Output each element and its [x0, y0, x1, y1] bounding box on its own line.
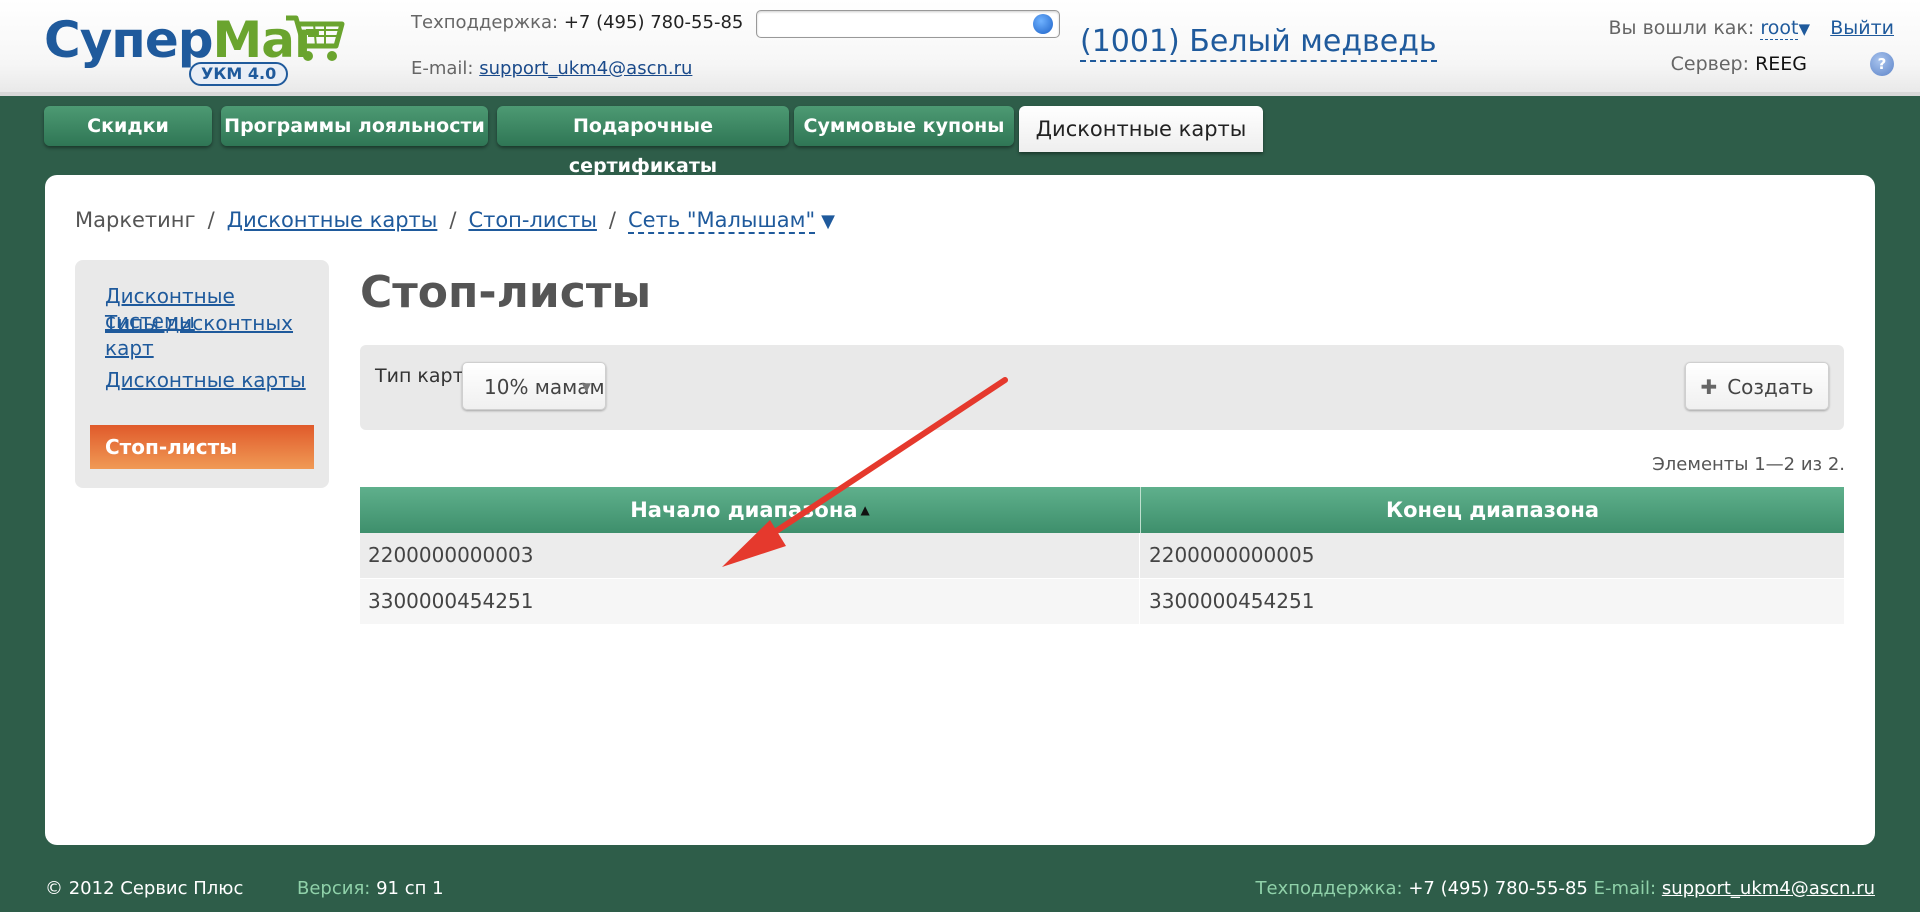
header-support-phone: Техподдержка: +7 (495) 780-55-85 [411, 12, 743, 33]
sidebar-item-card-types[interactable]: Типы дисконтных карт [105, 311, 320, 361]
plus-icon: ✚ [1700, 375, 1718, 399]
card-type-select[interactable]: 10% мамам ▼ [462, 362, 606, 410]
breadcrumb-stop-lists[interactable]: Стоп-листы [468, 208, 596, 232]
app-header: СуперМаг УКМ 4.0 Техподдержка: +7 (495) … [0, 0, 1920, 96]
stop-list-table: Начало диапазона ▲ Конец диапазона 220000… [360, 487, 1844, 625]
table-header: Начало диапазона ▲ Конец диапазона [360, 487, 1844, 533]
search-input[interactable] [756, 10, 1060, 38]
table-cell: 3300000454251 [1149, 589, 1315, 613]
dropdown-arrow-icon: ▼ [581, 380, 591, 394]
user-menu[interactable]: root [1760, 17, 1799, 40]
breadcrumb-separator: / [608, 208, 616, 232]
items-counter: Элементы 1—2 из 2. [1652, 454, 1845, 475]
logged-label: Вы вошли как: [1608, 17, 1755, 39]
create-button[interactable]: ✚ Создать [1685, 362, 1829, 410]
tab-discounts[interactable]: Скидки [44, 106, 212, 146]
breadcrumb-separator: / [207, 208, 215, 232]
annotation-arrow-icon [722, 377, 1008, 567]
table-row[interactable]: 2200000000003 2200000000005 [360, 533, 1844, 579]
version-value: 91 сп 1 [376, 878, 444, 899]
logo-main: Супер [44, 11, 214, 69]
cart-icon [286, 15, 345, 61]
table-cell: 3300000454251 [360, 579, 1140, 624]
support-phone-label: Техподдержка: [411, 12, 559, 33]
column-header-range-end[interactable]: Конец диапазона [1141, 487, 1844, 533]
footer-email-label: E-mail: [1593, 878, 1657, 899]
tab-gift-certificates[interactable]: Подарочные сертификаты [497, 106, 789, 177]
table-row[interactable]: 3300000454251 3300000454251 [360, 579, 1844, 625]
supermag-logo[interactable]: СуперМаг УКМ 4.0 [44, 10, 349, 90]
tab-coupons[interactable]: Суммовые купоны [794, 106, 1014, 146]
breadcrumb: Маркетинг / Дисконтные карты / Стоп-листы / Се… [75, 208, 835, 234]
chevron-down-icon[interactable]: ▼ [1798, 20, 1810, 38]
footer-version: Версия: 91 сп 1 [297, 878, 444, 899]
footer-support-label: Техподдержка: [1255, 878, 1403, 899]
page-title: Стоп-листы [360, 267, 652, 318]
email-label: E-mail: [411, 58, 474, 79]
logo-badge: УКМ 4.0 [189, 62, 289, 86]
create-label: Создать [1727, 375, 1814, 399]
header-support-email: E-mail: support_ukm4@ascn.ru [411, 58, 692, 79]
support-email-link[interactable]: support_ukm4@ascn.ru [479, 58, 692, 79]
tab-discount-cards[interactable]: Дисконтные карты [1019, 106, 1263, 152]
server-info: Сервер: REEG [1671, 53, 1807, 75]
chevron-down-icon[interactable]: ▼ [821, 211, 835, 232]
footer-support-phone: +7 (495) 780-55-85 [1408, 878, 1588, 899]
tab-loyalty[interactable]: Программы лояльности [221, 106, 488, 146]
sidebar-item-discount-cards[interactable]: Дисконтные карты [105, 368, 320, 393]
breadcrumb-separator: / [449, 208, 457, 232]
store-selector[interactable]: (1001) Белый медведь [1080, 24, 1437, 62]
logo-text: СуперМаг [44, 10, 320, 70]
server-value: REEG [1755, 53, 1807, 75]
breadcrumb-marketing: Маркетинг [75, 208, 196, 232]
footer-email-link[interactable]: support_ukm4@ascn.ru [1662, 878, 1875, 899]
server-label: Сервер: [1670, 53, 1750, 75]
footer-support: Техподдержка: +7 (495) 780-55-85 E-mail:… [1256, 878, 1876, 899]
sidebar-item-stop-lists[interactable]: Стоп-листы [90, 425, 314, 469]
support-phone-value: +7 (495) 780-55-85 [563, 12, 744, 33]
table-cell: 2200000000005 [1149, 543, 1315, 567]
side-nav: Дисконтные системы Типы дисконтных карт … [75, 260, 329, 488]
card-type-label: Тип карт: [375, 365, 471, 387]
login-info: Вы вошли как: root▼ [1608, 17, 1810, 40]
help-icon[interactable]: ? [1870, 52, 1894, 76]
breadcrumb-discount-cards[interactable]: Дисконтные карты [227, 208, 438, 232]
breadcrumb-network-selector[interactable]: Сеть "Малышам" [628, 208, 816, 234]
search-icon[interactable] [1033, 14, 1053, 34]
footer-copyright: © 2012 Сервис Плюс [45, 878, 244, 899]
version-label: Версия: [297, 878, 371, 899]
logout-link[interactable]: Выйти [1830, 17, 1894, 39]
filter-bar: Тип карт: 10% мамам ▼ ✚ Создать [360, 345, 1844, 430]
